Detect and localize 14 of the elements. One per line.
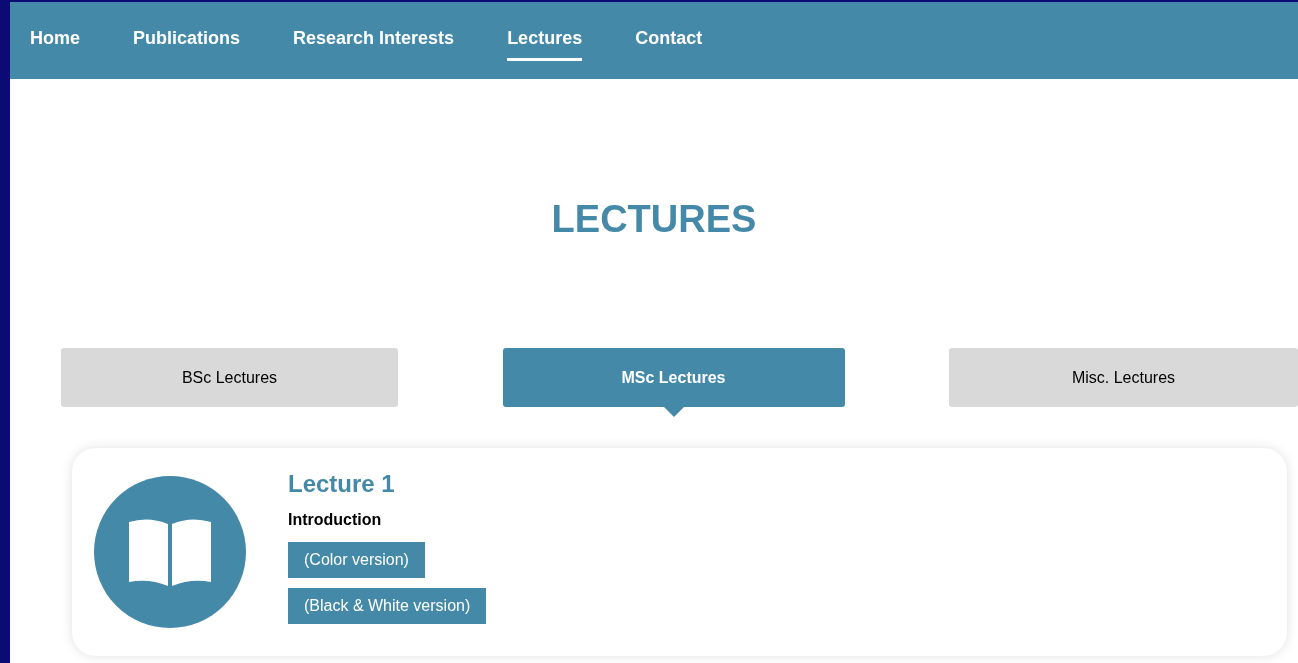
download-link[interactable]: (Black & White version) bbox=[288, 588, 487, 624]
nav-link[interactable]: Contact bbox=[635, 20, 703, 61]
page-heading: LECTURES bbox=[551, 197, 757, 242]
lecture-title: Lecture 1 bbox=[288, 469, 395, 499]
lecture-tab[interactable]: BSc Lectures bbox=[61, 348, 398, 407]
nav-link[interactable]: Publications bbox=[133, 20, 241, 61]
tab-pointer bbox=[663, 407, 684, 417]
lecture-subtitle: Introduction bbox=[288, 510, 382, 530]
nav-link[interactable]: Home bbox=[30, 20, 80, 61]
download-link[interactable]: (Color version) bbox=[288, 542, 425, 578]
lecture-tab[interactable]: MSc Lectures bbox=[502, 348, 845, 407]
nav-link[interactable]: Research Interests bbox=[293, 20, 455, 61]
nav-link[interactable]: Lectures bbox=[507, 20, 583, 61]
lecture-tab[interactable]: Misc. Lectures bbox=[949, 348, 1298, 407]
